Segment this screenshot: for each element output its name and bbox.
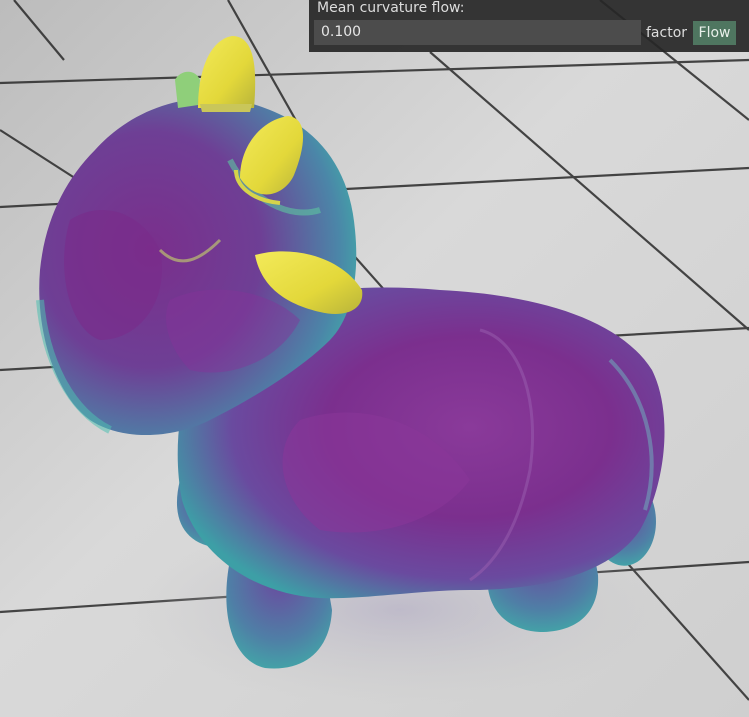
3d-viewport[interactable]: Mean curvature flow: factor Flow bbox=[0, 0, 749, 717]
panel-title: Mean curvature flow: bbox=[317, 0, 465, 16]
factor-input[interactable] bbox=[314, 20, 641, 45]
factor-label: factor bbox=[646, 25, 688, 41]
mean-curvature-flow-panel: Mean curvature flow: factor Flow bbox=[309, 0, 749, 52]
scene-canvas[interactable] bbox=[0, 0, 749, 717]
flow-button[interactable]: Flow bbox=[693, 21, 736, 45]
